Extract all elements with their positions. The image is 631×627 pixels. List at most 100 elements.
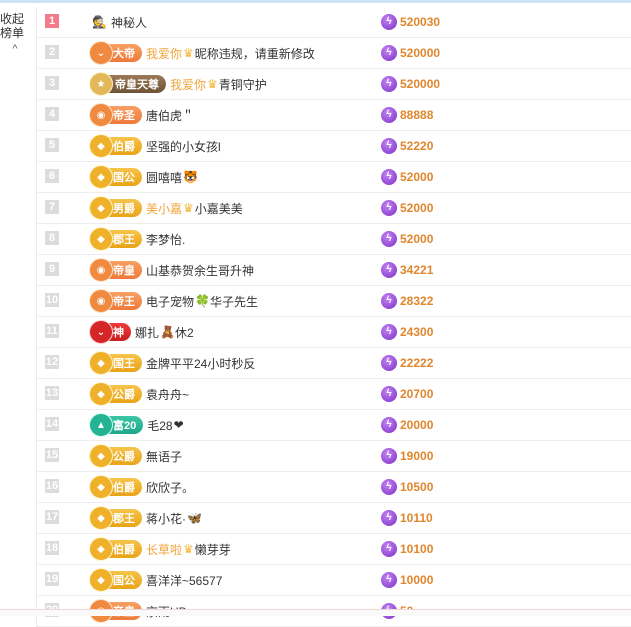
lightning-coin-icon: ϟ xyxy=(381,231,397,247)
leaderboard-row[interactable]: 13 ◆ 公爵 袁舟舟~ ϟ 20700 xyxy=(37,379,631,410)
leaderboard-row[interactable]: 15 ◆ 公爵 無语子 ϟ 19000 xyxy=(37,441,631,472)
rank-number: 5 xyxy=(45,138,59,152)
crown-icon: ♛ xyxy=(207,77,218,91)
rank-number: 9 xyxy=(45,262,59,276)
badge-label: 国公 xyxy=(113,575,135,587)
user-name: 神秘人 xyxy=(110,15,147,30)
score-value: 52000 xyxy=(400,201,434,215)
badge-label: 公爵 xyxy=(113,451,135,463)
leaderboard-row[interactable]: 10 ◉ 帝王 电子宠物 🍀 华子先生 ϟ 28322 xyxy=(37,286,631,317)
user-info[interactable]: ◆ 郡王 蒋小花· 🦋 xyxy=(89,503,202,533)
user-info[interactable]: ◆ 国公 喜洋洋~56577 xyxy=(89,565,223,595)
score-value: 10000 xyxy=(400,573,434,587)
user-name: 喜洋洋~56577 xyxy=(146,573,223,588)
lightning-coin-icon: ϟ xyxy=(381,107,397,123)
level-badge: ◆ 男爵 xyxy=(89,196,142,220)
contribution-score: ϟ 10100 xyxy=(381,534,433,564)
badge-label: 郡王 xyxy=(113,234,135,246)
leaderboard-row[interactable]: 17 ◆ 郡王 蒋小花· 🦋 ϟ 10110 xyxy=(37,503,631,534)
leaderboard-row[interactable]: 16 ◆ 伯爵 欣欣子。 ϟ 10500 xyxy=(37,472,631,503)
level-badge: ◆ 国公 xyxy=(89,568,142,592)
leaderboard-row[interactable]: 8 ◆ 郡王 李梦怡. ϟ 52000 xyxy=(37,224,631,255)
leaderboard-row[interactable]: 2 ⌄ 大帝 我爱你 ♛ 昵称违规，请重新修改 ϟ 520000 xyxy=(37,38,631,69)
user-name: 唐伯虎＂ xyxy=(146,108,195,123)
user-info[interactable]: ◆ 伯爵 欣欣子。 xyxy=(89,472,194,502)
level-badge: ◆ 公爵 xyxy=(89,382,142,406)
user-info[interactable]: ◆ 伯爵 坚强的小女孩l xyxy=(89,131,221,161)
user-info[interactable]: ★ 帝皇天尊 我爱你 ♛ 青铜守护 xyxy=(89,69,267,99)
collapse-label-line2: 榜单 xyxy=(0,26,25,40)
leaderboard-row[interactable]: 6 ◆ 国公 圆嘻嘻 🐯 ϟ 52000 xyxy=(37,162,631,193)
user-info[interactable]: ◉ 帝圣 唐伯虎＂ xyxy=(89,100,195,130)
badge-emblem-icon: ◆ xyxy=(89,537,113,561)
user-info[interactable]: ▲ 富20 毛28 ❤ xyxy=(89,410,184,440)
collapse-toggle[interactable]: 收起 榜单 ^ xyxy=(0,12,24,56)
user-info[interactable]: 🕵 神秘人 xyxy=(91,7,147,37)
crown-icon: ♛ xyxy=(183,46,194,60)
leaderboard-row[interactable]: 12 ◆ 国王 金牌平平24小时秒反 ϟ 22222 xyxy=(37,348,631,379)
level-badge: ◆ 伯爵 xyxy=(89,475,142,499)
badge-emblem-icon: ▲ xyxy=(89,413,113,437)
lightning-coin-icon: ϟ xyxy=(381,169,397,185)
lightning-coin-icon: ϟ xyxy=(381,200,397,216)
score-value: 520000 xyxy=(400,46,441,60)
user-name: 坚强的小女孩l xyxy=(146,139,221,154)
contribution-score: ϟ 52000 xyxy=(381,162,433,192)
score-value: 19000 xyxy=(400,449,434,463)
leaderboard-row[interactable]: 19 ◆ 国公 喜洋洋~56577 ϟ 10000 xyxy=(37,565,631,596)
badge-label: 帝王 xyxy=(113,296,135,308)
leaderboard-row[interactable]: 1 🕵 神秘人 ϟ 520030 xyxy=(37,7,631,38)
score-value: 20700 xyxy=(400,387,434,401)
lightning-coin-icon: ϟ xyxy=(381,45,397,61)
leaderboard-row[interactable]: 11 ⌄ 神娜扎 🧸 休2 ϟ 24300 xyxy=(37,317,631,348)
rank-number: 17 xyxy=(45,510,59,524)
user-info[interactable]: ⌄ 神娜扎 🧸 休2 xyxy=(89,317,194,347)
user-name: 昵称违规，请重新修改 xyxy=(194,46,315,61)
badge-label: 伯爵 xyxy=(113,141,135,153)
leaderboard-row[interactable]: 18 ◆ 伯爵 长草啦 ♛ 懒芽芽 ϟ 10100 xyxy=(37,534,631,565)
rank-number: 1 xyxy=(45,14,59,28)
fan-club-name: 长草啦 xyxy=(146,542,183,557)
score-value: 24300 xyxy=(400,325,434,339)
leaderboard-row[interactable]: 14 ▲ 富20 毛28 ❤ ϟ 20000 xyxy=(37,410,631,441)
user-name: 無语子 xyxy=(146,449,183,464)
leaderboard-row[interactable]: 9 ◉ 帝皇 山基恭贺余生哥升神 ϟ 34221 xyxy=(37,255,631,286)
score-value: 20000 xyxy=(400,418,434,432)
leaderboard-row[interactable]: 5 ◆ 伯爵 坚强的小女孩l ϟ 52220 xyxy=(37,131,631,162)
badge-label: 神 xyxy=(113,327,124,339)
user-info[interactable]: ◉ 帝皇 山基恭贺余生哥升神 xyxy=(89,255,254,285)
user-info[interactable]: ⌄ 大帝 我爱你 ♛ 昵称违规，请重新修改 xyxy=(89,38,315,68)
badge-emblem-icon: ◆ xyxy=(89,196,113,220)
score-value: 520030 xyxy=(400,15,441,29)
user-info[interactable]: ◆ 国王 金牌平平24小时秒反 xyxy=(89,348,255,378)
user-info[interactable]: ◆ 公爵 無语子 xyxy=(89,441,183,471)
user-name: 毛28 xyxy=(147,418,173,433)
user-info[interactable]: ◆ 郡王 李梦怡. xyxy=(89,224,185,254)
level-badge: ⌄ 大帝 xyxy=(89,41,142,65)
lightning-coin-icon: ϟ xyxy=(381,138,397,154)
score-value: 22222 xyxy=(400,356,434,370)
contribution-score: ϟ 52220 xyxy=(381,131,433,161)
leaderboard-row[interactable]: 7 ◆ 男爵 美小嘉 ♛ 小嘉美美 ϟ 52000 xyxy=(37,193,631,224)
user-info[interactable]: ◆ 伯爵 长草啦 ♛ 懒芽芽 xyxy=(89,534,231,564)
leaderboard-row[interactable]: 3 ★ 帝皇天尊 我爱你 ♛ 青铜守护 ϟ 520000 xyxy=(37,69,631,100)
user-name-suffix: 华子先生 xyxy=(209,294,258,309)
badge-label: 国公 xyxy=(113,172,135,184)
user-name: 电子宠物 xyxy=(146,294,195,309)
badge-label: 郡王 xyxy=(113,513,135,525)
user-info[interactable]: ◉ 帝王 电子宠物 🍀 华子先生 xyxy=(89,286,258,316)
user-info[interactable]: ◆ 男爵 美小嘉 ♛ 小嘉美美 xyxy=(89,193,243,223)
rank-number: 6 xyxy=(45,169,59,183)
user-name: 懒芽芽 xyxy=(194,542,231,557)
leaderboard-row[interactable]: 4 ◉ 帝圣 唐伯虎＂ ϟ 88888 xyxy=(37,100,631,131)
badge-emblem-icon: ◉ xyxy=(89,103,113,127)
user-name: 蒋小花· xyxy=(146,511,186,526)
user-info[interactable]: ◆ 公爵 袁舟舟~ xyxy=(89,379,189,409)
rank-number: 3 xyxy=(45,76,59,90)
user-info[interactable]: ◆ 国公 圆嘻嘻 🐯 xyxy=(89,162,198,192)
score-value: 34221 xyxy=(400,263,434,277)
badge-emblem-icon: ★ xyxy=(89,72,113,96)
score-value: 52000 xyxy=(400,170,434,184)
name-emoji-icon: ❤ xyxy=(173,418,184,432)
badge-emblem-icon: ◆ xyxy=(89,568,113,592)
